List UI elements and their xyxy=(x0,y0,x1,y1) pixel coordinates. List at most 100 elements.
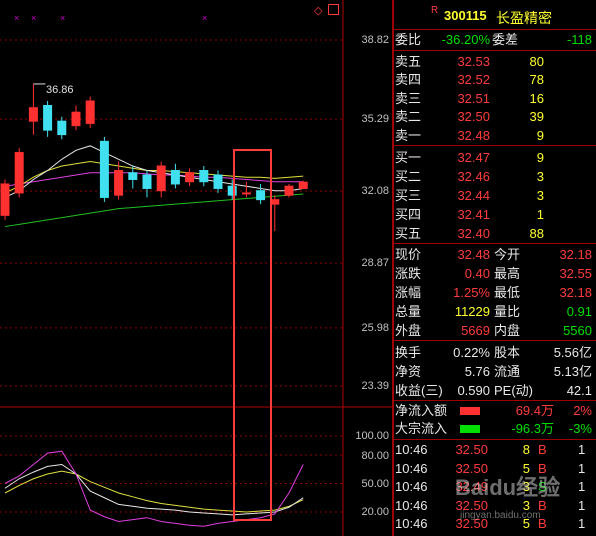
quote-value: 0.91 xyxy=(566,304,592,319)
quote-value: 32.55 xyxy=(559,266,592,281)
quote-label: 涨跌 xyxy=(395,266,422,281)
quote-value: 32.18 xyxy=(559,285,592,300)
divider xyxy=(394,439,596,440)
kdj-k-line xyxy=(4,463,304,516)
candle-body xyxy=(28,107,38,122)
kdj-d-line xyxy=(4,470,304,513)
bid-row[interactable]: 买一 32.47 9 xyxy=(394,149,596,167)
stock-code[interactable]: 300115 xyxy=(444,8,487,23)
candle-body xyxy=(71,111,81,127)
candle-body xyxy=(284,185,294,196)
ask-label: 卖三 xyxy=(395,90,422,106)
quote-value: 1.25% xyxy=(453,285,490,300)
quote-value: 0.40 xyxy=(464,266,490,281)
candle-body xyxy=(114,170,124,196)
tick-volume: 8 xyxy=(522,442,530,457)
tick-time: 10:46 xyxy=(395,497,428,513)
bid-price: 32.44 xyxy=(457,188,490,203)
quote-panel: R 300115 长盈精密 委比 -36.20% 委差 -118 卖五 32.53… xyxy=(394,0,596,536)
stat-value: 5.76 xyxy=(464,364,490,379)
flow-bar xyxy=(460,407,480,415)
tick-row[interactable]: 10:46 32.50 8 B 1 xyxy=(394,441,596,459)
quote-label: 内盘 xyxy=(494,323,521,338)
quote-label: 量比 xyxy=(494,304,521,319)
ask-row[interactable]: 卖四 32.52 78 xyxy=(394,71,596,89)
bid-volume: 3 xyxy=(536,169,544,184)
diamond-icon[interactable]: ◇ xyxy=(314,4,322,17)
stat-label: PE(动) xyxy=(494,383,534,398)
quote-value: 5669 xyxy=(461,323,490,338)
quote-row: 外盘 5669 内盘 5560 xyxy=(394,322,596,340)
divider xyxy=(394,29,596,30)
tick-count: 1 xyxy=(578,479,586,495)
bid-label: 买一 xyxy=(395,150,422,165)
flow-label: 净流入额 xyxy=(395,403,448,418)
window-toggle-icon[interactable] xyxy=(328,4,339,15)
marker-x: × xyxy=(31,13,37,23)
quote-label: 现价 xyxy=(395,247,422,262)
ask-price: 32.53 xyxy=(457,54,490,69)
divider xyxy=(394,145,596,146)
bid-row[interactable]: 买三 32.44 3 xyxy=(394,187,596,205)
quote-label: 最低 xyxy=(494,285,521,300)
bid-row[interactable]: 买二 32.46 3 xyxy=(394,168,596,186)
ma-line-magenta xyxy=(4,172,304,187)
divider xyxy=(394,340,596,341)
stat-label: 流通 xyxy=(494,364,521,379)
highlight-box xyxy=(233,149,272,521)
bid-row[interactable]: 买五 32.40 88 xyxy=(394,225,596,243)
quote-value: 32.18 xyxy=(559,247,592,262)
tick-time: 10:46 xyxy=(395,442,428,457)
peak-price-label: 36.86 xyxy=(46,84,74,96)
stat-value: 5.13亿 xyxy=(553,364,592,379)
ask-volume: 78 xyxy=(529,72,544,88)
ask-row[interactable]: 卖二 32.50 39 xyxy=(394,108,596,126)
stat-value: 0.590 xyxy=(457,383,490,398)
bid-price: 32.47 xyxy=(457,150,490,165)
kline-svg xyxy=(0,0,393,536)
ask-row[interactable]: 卖一 32.48 9 xyxy=(394,127,596,145)
indicator-axis-label: 100.00 xyxy=(355,430,389,442)
bid-price: 32.41 xyxy=(457,207,490,222)
ask-row[interactable]: 卖五 32.53 80 xyxy=(394,53,596,71)
flow-row: 大宗流入 -96.3万 -3% xyxy=(394,420,596,438)
tick-count: 1 xyxy=(578,497,586,513)
weibi-value: -36.20% xyxy=(441,32,490,47)
candle-body xyxy=(142,174,152,189)
ask-row[interactable]: 卖三 32.51 16 xyxy=(394,90,596,108)
stat-label: 换手 xyxy=(395,345,422,360)
stock-name[interactable]: 长盈精密 xyxy=(496,8,552,28)
ma-line-white xyxy=(4,145,304,198)
candle-body xyxy=(14,152,24,194)
indicator-axis-label: 50.00 xyxy=(361,478,389,490)
quote-row: 涨幅 1.25% 最低 32.18 xyxy=(394,284,596,302)
candle-body xyxy=(128,172,138,180)
bid-label: 买四 xyxy=(395,207,422,222)
weibi-label: 委比 xyxy=(395,32,422,47)
tick-time: 10:46 xyxy=(395,479,428,495)
quote-value: 11229 xyxy=(454,304,490,319)
marker-x: × xyxy=(60,13,66,23)
ask-label: 卖五 xyxy=(395,54,422,69)
candle-body xyxy=(0,183,10,216)
quote-row: 总量 11229 量比 0.91 xyxy=(394,303,596,321)
stat-row: 收益(三) 0.590 PE(动) 42.1 xyxy=(394,382,596,400)
stat-value: 42.1 xyxy=(566,383,592,398)
indicator-axis-label: 80.00 xyxy=(361,450,389,462)
bid-price: 32.46 xyxy=(457,169,490,184)
weibi-row: 委比 -36.20% 委差 -118 xyxy=(394,31,596,49)
watermark-url: jingyan.baidu.com xyxy=(460,510,541,521)
kline-chart[interactable]: × × × × ◇ 38.82 35.29 32.08 28.87 25.98 … xyxy=(0,0,393,536)
indicator-axis-label: 20.00 xyxy=(361,506,389,518)
candle-body xyxy=(99,140,109,198)
flow-bar xyxy=(460,425,480,433)
candle-body xyxy=(156,165,166,192)
bid-row[interactable]: 买四 32.41 1 xyxy=(394,206,596,224)
bid-label: 买五 xyxy=(395,226,422,241)
quote-label: 今开 xyxy=(494,247,521,262)
quote-label: 涨幅 xyxy=(395,285,422,300)
stat-value: 0.22% xyxy=(453,345,490,360)
stat-label: 净资 xyxy=(395,364,422,379)
quote-value: 5560 xyxy=(563,323,592,338)
ask-label: 卖二 xyxy=(395,109,422,125)
